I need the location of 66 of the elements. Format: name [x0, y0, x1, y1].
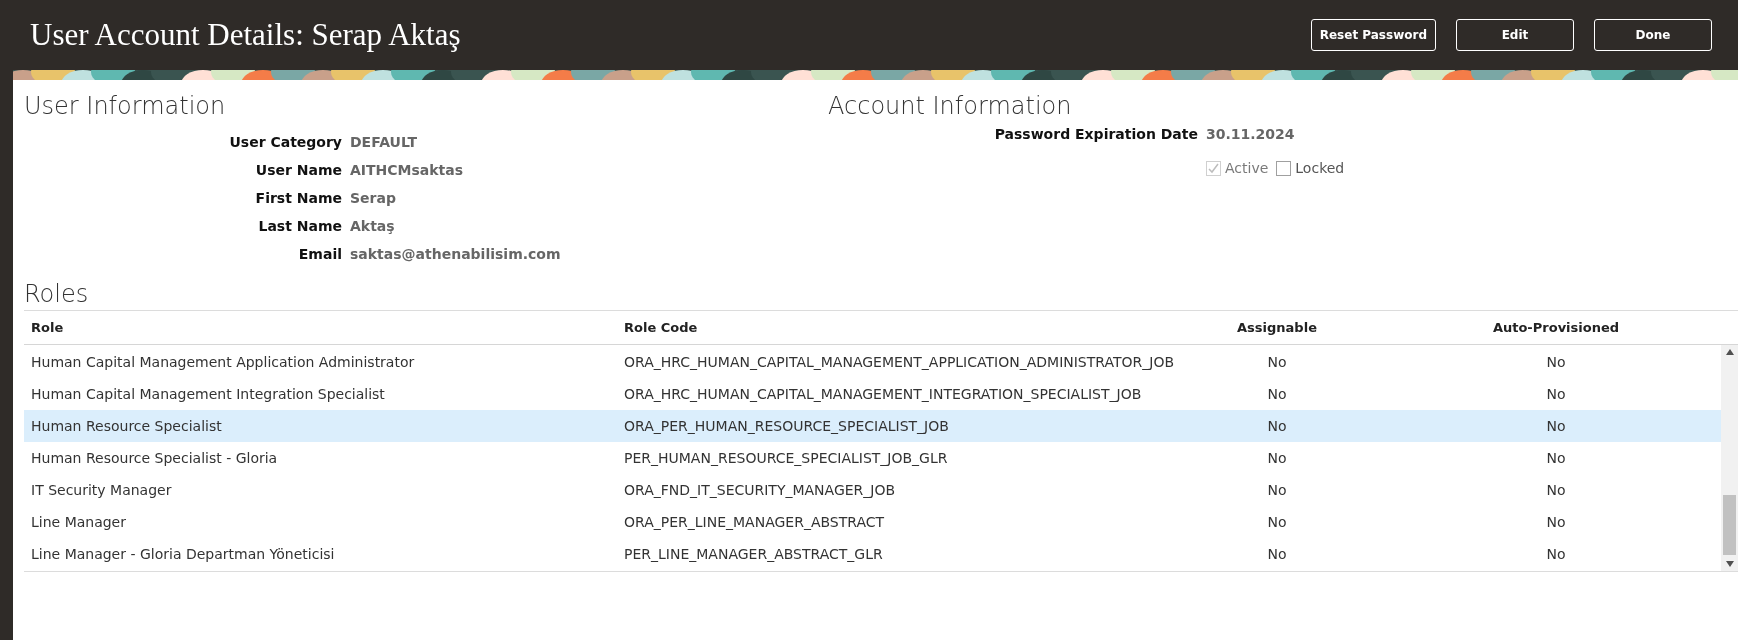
table-cell-text: Line Manager [30, 512, 126, 532]
table-cell-text: No [1546, 416, 1566, 436]
scroll-up-icon[interactable] [1725, 349, 1734, 355]
field-label: Last Name [257, 217, 342, 236]
table-row[interactable]: IT Security Manager ORA_FND_IT_SECURITY_MANAGER_JOB No No [24, 474, 1721, 506]
header-button[interactable]: Reset Password [1310, 19, 1436, 51]
column-header: Auto-Provisioned [1492, 318, 1620, 337]
table-cell-text: No [1546, 352, 1566, 372]
table-cell-text: No [1267, 480, 1287, 500]
section-title: Roles [24, 279, 90, 310]
table-cell-text: IT Security Manager [30, 480, 172, 500]
table-row[interactable]: Human Resource Specialist - Gloria PER_HUMAN_RESOURCE_SPECIALIST_JOB_GLR No No [24, 442, 1721, 474]
table-row[interactable]: Human Capital Management Application Administrator ORA_HRC_HUMAN_CAPITAL_MANAGEMENT_APPLICATION_ADMINISTRATOR_JOB No No [24, 346, 1721, 378]
field-value: Serap [350, 189, 396, 208]
field-value: 30.11.2024 [1206, 125, 1295, 144]
page-title: User Account Details: Serap Aktaş [30, 15, 461, 54]
table-cell-text: No [1267, 416, 1287, 436]
checkbox-label: Active [1225, 159, 1269, 178]
table-cell-text: Human Resource Specialist [30, 416, 222, 436]
header-button[interactable]: Done [1594, 19, 1712, 51]
table-cell-text: No [1267, 384, 1287, 404]
table-cell-text: Human Capital Management Integration Specialist [30, 384, 385, 404]
table-cell-text: No [1546, 480, 1566, 500]
column-header: Assignable [1237, 318, 1317, 337]
table-cell-text: ORA_PER_HUMAN_RESOURCE_SPECIALIST_JOB [623, 416, 949, 436]
table-cell-text: ORA_FND_IT_SECURITY_MANAGER_JOB [623, 480, 896, 500]
table-cell-text: Line Manager - Gloria Departman Yöneticisi [30, 544, 335, 564]
table-row[interactable]: Line Manager - Gloria Departman Yöneticisi PER_LINE_MANAGER_ABSTRACT_GLR No No [24, 538, 1721, 570]
field-label: User Name [254, 161, 342, 180]
table-cell-text: No [1546, 384, 1566, 404]
table-cell-text: No [1267, 352, 1287, 372]
checkbox[interactable] [1276, 161, 1292, 176]
table-cell-text: No [1546, 448, 1566, 468]
section-title: Account Information [828, 91, 1073, 122]
field-label: First Name [254, 189, 342, 208]
column-header: Role Code [623, 318, 698, 337]
checkmark-icon [1208, 163, 1219, 174]
table-row[interactable]: Human Capital Management Integration Specialist ORA_HRC_HUMAN_CAPITAL_MANAGEMENT_INTEGRATION_SPECIALIST_JOB No No [24, 378, 1721, 410]
field-label: User Category [228, 133, 342, 152]
table-cell-text: No [1267, 512, 1287, 532]
scrollbar[interactable] [1721, 345, 1738, 571]
header-button[interactable]: Edit [1456, 19, 1574, 51]
field-label: Email [297, 245, 342, 264]
column-header: Role [30, 318, 64, 337]
table-cell-text: PER_HUMAN_RESOURCE_SPECIALIST_JOB_GLR [623, 448, 948, 468]
table-cell-text: No [1546, 544, 1566, 564]
table-cell-text: Human Capital Management Application Administrator [30, 352, 415, 372]
table-cell-text: ORA_PER_LINE_MANAGER_ABSTRACT [623, 512, 885, 532]
table-cell-text: No [1267, 544, 1287, 564]
table-row[interactable]: Line Manager ORA_PER_LINE_MANAGER_ABSTRACT No No [24, 506, 1721, 538]
table-row[interactable]: Human Resource Specialist ORA_PER_HUMAN_RESOURCE_SPECIALIST_JOB No No [24, 410, 1721, 442]
scrollbar-thumb[interactable] [1723, 495, 1736, 555]
table-cell-text: PER_LINE_MANAGER_ABSTRACT_GLR [623, 544, 883, 564]
field-value: AITHCMsaktas [350, 161, 464, 180]
scroll-down-icon[interactable] [1725, 561, 1734, 567]
section-title: User Information [24, 91, 227, 122]
field-label: Password Expiration Date [993, 125, 1198, 144]
table-cell-text: Human Resource Specialist - Gloria [30, 448, 278, 468]
checkbox-label: Locked [1295, 159, 1345, 178]
table-cell-text: No [1546, 512, 1566, 532]
field-value: Aktaş [350, 217, 395, 236]
field-value: DEFAULT [350, 133, 418, 152]
table-cell-text: ORA_HRC_HUMAN_CAPITAL_MANAGEMENT_INTEGRATION_SPECIALIST_JOB [623, 384, 1142, 404]
table-cell-text: ORA_HRC_HUMAN_CAPITAL_MANAGEMENT_APPLICATION_ADMINISTRATOR_JOB [623, 352, 1174, 372]
field-value: saktas@athenabilisim.com [350, 245, 561, 264]
table-cell-text: No [1267, 448, 1287, 468]
